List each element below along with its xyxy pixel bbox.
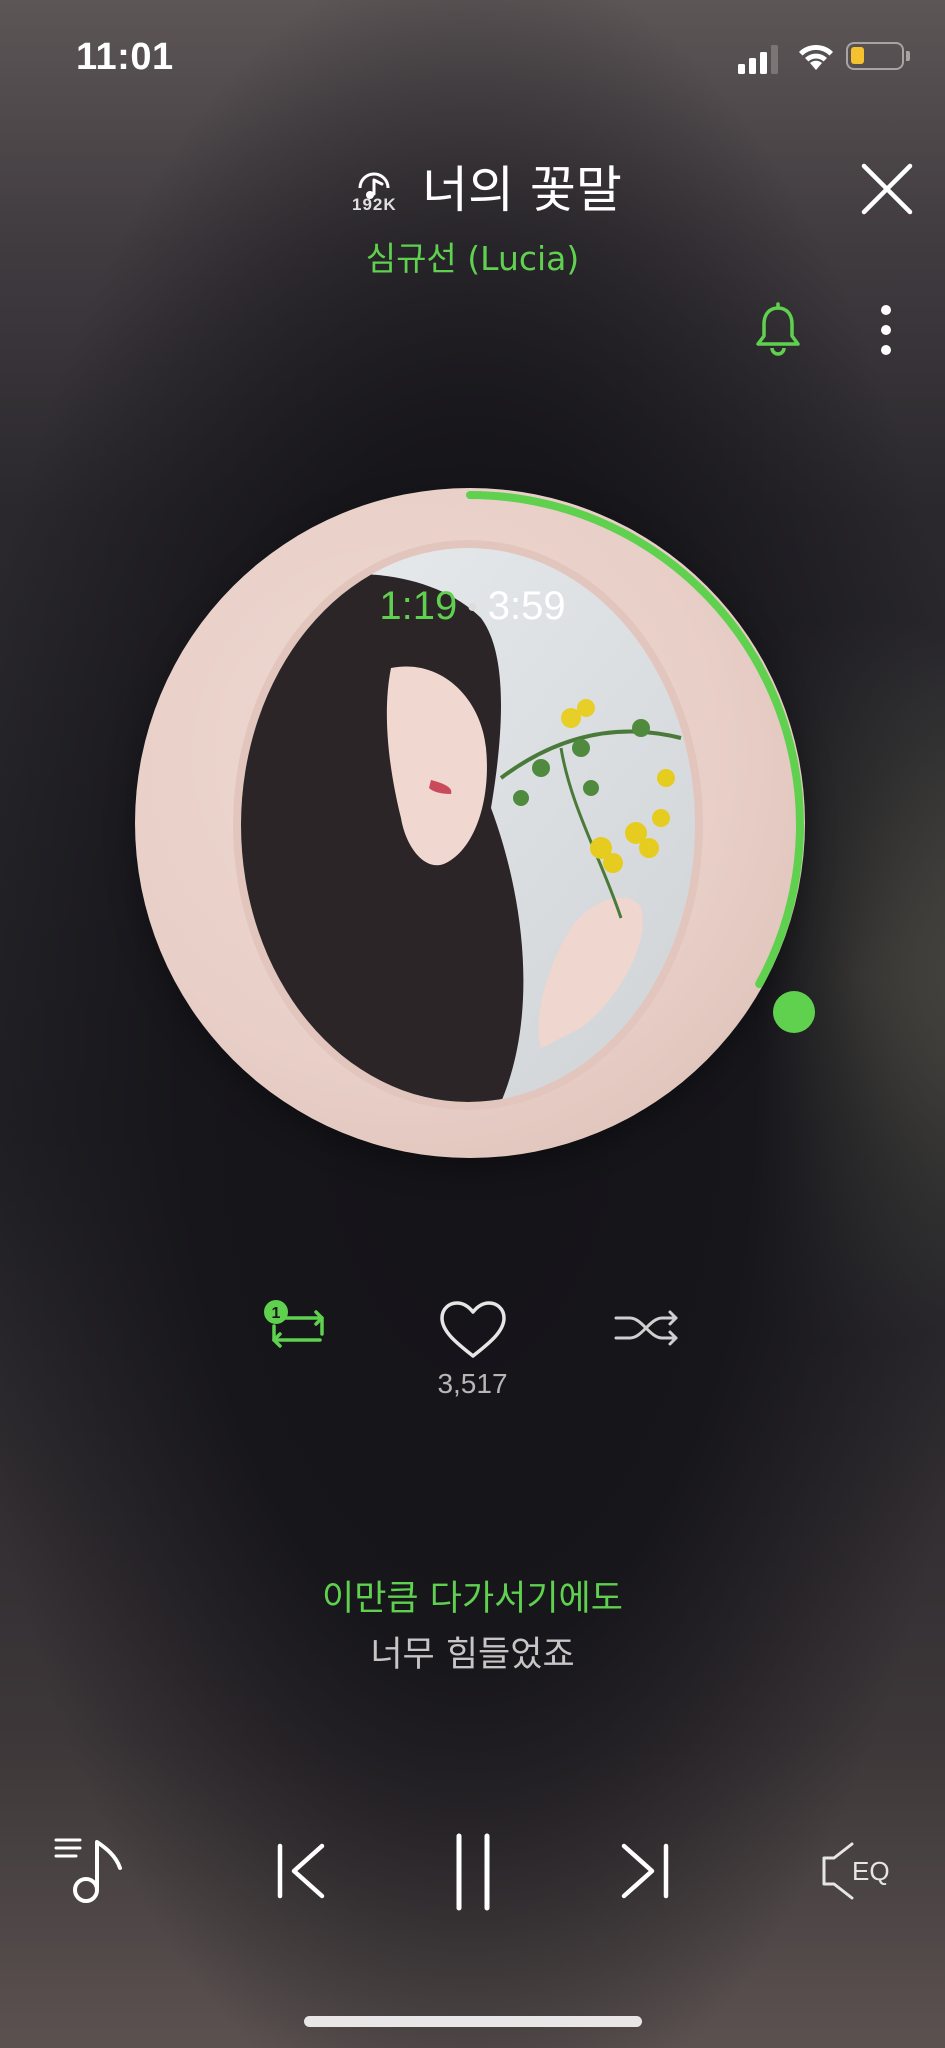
lyric-current-line[interactable]: 이만큼 다가서기에도 <box>0 1570 945 1621</box>
close-icon[interactable] <box>858 160 916 218</box>
playlist-icon[interactable] <box>54 1834 126 1906</box>
wifi-icon <box>799 44 833 70</box>
lyric-next-line[interactable]: 너무 힘들었죠 <box>0 1626 945 1677</box>
progress-knob[interactable] <box>773 991 815 1033</box>
eq-label: EQ <box>852 1856 890 1886</box>
status-time: 11:01 <box>76 36 174 78</box>
home-indicator[interactable] <box>304 2016 642 2027</box>
battery-tip <box>906 51 910 61</box>
battery-icon <box>846 42 904 70</box>
total-duration: 3:59 <box>487 584 566 628</box>
bell-icon[interactable] <box>752 302 804 358</box>
previous-track-icon[interactable] <box>276 1842 328 1900</box>
song-title: 너의 꽃말 <box>422 161 622 219</box>
shuffle-icon[interactable] <box>614 1306 682 1350</box>
time-separator: • <box>467 591 478 625</box>
artist-name[interactable]: 심규선 (Lucia) <box>0 232 945 280</box>
more-options-icon[interactable] <box>872 300 900 360</box>
next-track-icon[interactable] <box>618 1842 670 1900</box>
heart-icon[interactable] <box>438 1300 508 1362</box>
quality-label: 192K <box>352 195 397 214</box>
repeat-one-icon[interactable]: 1 <box>262 1300 334 1350</box>
like-count: 3,517 <box>437 1368 508 1399</box>
elapsed-time: 1:19 <box>379 584 458 628</box>
cellular-signal-icon <box>738 45 778 74</box>
pause-icon[interactable] <box>455 1832 491 1912</box>
repeat-badge: 1 <box>272 1305 281 1322</box>
time-readout: 1:19 • 3:59 <box>0 584 945 629</box>
